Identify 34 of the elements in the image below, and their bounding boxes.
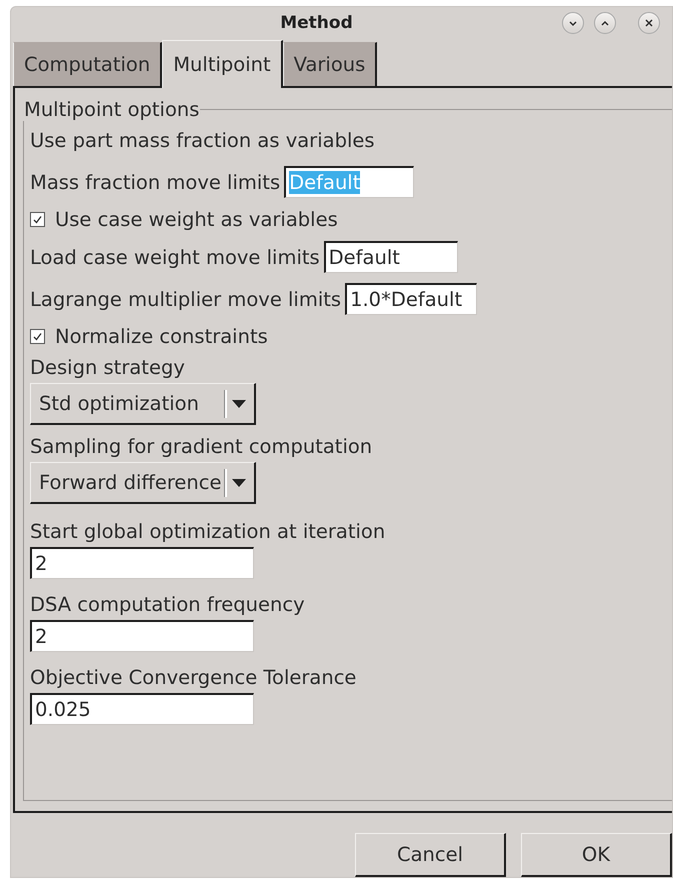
tab[interactable]: Various: [282, 42, 378, 86]
tab[interactable]: Computation: [13, 42, 162, 86]
caret-icon: [232, 400, 246, 408]
check-icon: [32, 214, 43, 226]
field-label: Start global optimization at iteration: [30, 520, 386, 544]
dropdown[interactable]: Forward difference: [30, 462, 256, 504]
close-icon[interactable]: [638, 12, 660, 34]
field-label: DSA computation frequency: [30, 593, 305, 616]
input-field[interactable]: 2: [30, 620, 254, 652]
dropdown[interactable]: Std optimization: [30, 383, 256, 426]
input-field[interactable]: 0.025: [30, 693, 254, 726]
maximize-icon[interactable]: [594, 12, 616, 34]
ok-button[interactable]: OK: [521, 833, 672, 878]
checkbox-label: Use case weight as variables: [55, 208, 338, 232]
window-title: Method: [279, 12, 354, 32]
dropdown-label: Design strategy: [30, 356, 185, 380]
tab[interactable]: Multipoint: [162, 40, 283, 88]
input-field[interactable]: 1.0*Default: [345, 283, 478, 316]
input-field[interactable]: 2: [30, 547, 254, 580]
checkbox-label: Normalize constraints: [55, 325, 268, 348]
check-icon: [32, 331, 43, 342]
minimize-icon[interactable]: [562, 12, 584, 34]
field-label: Load case weight move limits: [30, 246, 320, 269]
field-label: Mass fraction move limits: [30, 170, 280, 194]
checkbox[interactable]: [30, 329, 45, 344]
dropdown-label: Sampling for gradient computation: [30, 435, 372, 458]
option-label: Use part mass fraction as variables: [30, 129, 375, 152]
group-title: Multipoint options: [23, 98, 200, 122]
input-field[interactable]: Default: [324, 241, 458, 274]
cancel-button[interactable]: Cancel: [355, 833, 506, 878]
field-label: Objective Convergence Tolerance: [30, 666, 356, 690]
checkbox[interactable]: [30, 212, 45, 228]
field-label: Lagrange multiplier move limits: [30, 288, 342, 311]
caret-icon: [232, 478, 246, 487]
